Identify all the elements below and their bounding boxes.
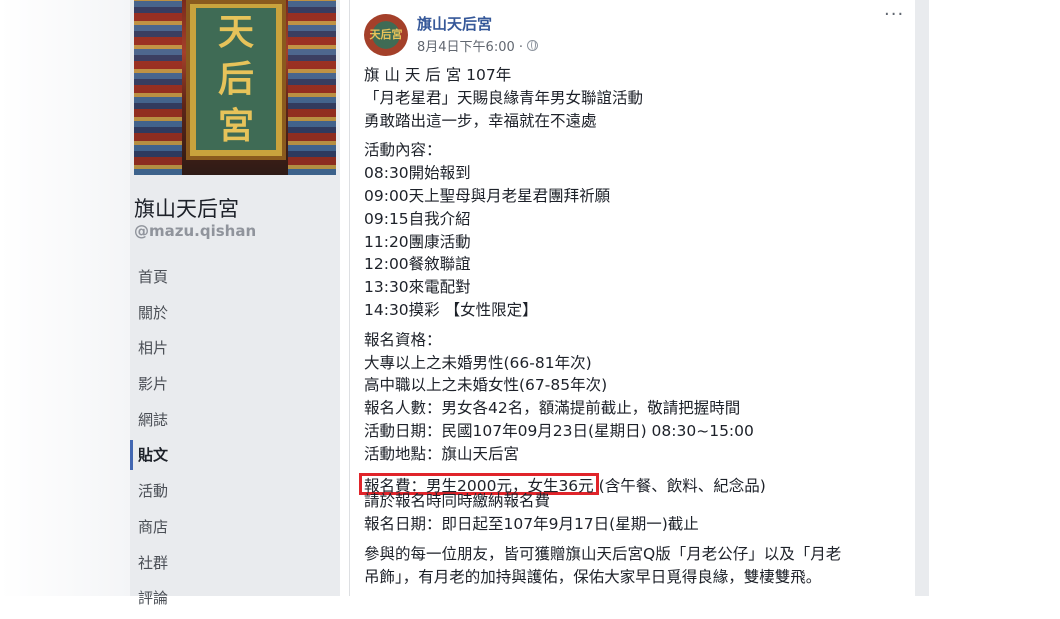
- nav-item-community[interactable]: 社群: [130, 548, 340, 584]
- post-line: 吊飾」，有月老的加持與護佑，保佑大家早日覓得良緣，雙棲雙飛。: [364, 567, 822, 586]
- signboard-char: 宮: [217, 105, 254, 148]
- nav-item-home[interactable]: 首頁: [130, 262, 340, 298]
- nav-item-about[interactable]: 關於: [130, 298, 340, 334]
- post-text: 旗 山 天 后 宮 107年 「月老星君」天賜良緣青年男女聯誼活動 勇敢踏出這一…: [359, 64, 904, 589]
- signboard-char: 后: [217, 57, 254, 100]
- avatar-text: 天后宮: [369, 28, 403, 42]
- post-line: 高中職以上之未婚女性(67-85年次): [364, 376, 608, 395]
- signboard-char: 天: [217, 10, 254, 53]
- post-line: 報名日期：即日起至107年9月17日(星期一)截止: [364, 515, 699, 534]
- cover-photo: 天 后 宮: [134, 0, 336, 175]
- nav-item-videos[interactable]: 影片: [130, 369, 340, 405]
- nav-item-shop[interactable]: 商店: [130, 512, 340, 548]
- post-line: 大專以上之未婚男性(66-81年次): [364, 353, 592, 372]
- post-card: 天后宮 旗山天后宮 8月4日下午6:00 · ··· 旗 山 天 后 宮 107…: [349, 0, 917, 596]
- post-line: 11:20團康活動: [364, 232, 471, 251]
- nav-item-reviews[interactable]: 評論: [130, 583, 340, 619]
- feed-background: [915, 0, 929, 596]
- globe-icon[interactable]: [527, 40, 538, 51]
- post-timestamp[interactable]: 8月4日下午6:00 ·: [417, 36, 523, 55]
- post-line: 活動日期：民國107年09月23日(星期日) 08:30~15:00: [364, 421, 754, 440]
- post-line: 參與的每一位朋友，皆可獲贈旗山天后宮Q版「月老公仔」以及「月老: [364, 544, 842, 563]
- post-line: 14:30摸彩 【女性限定】: [364, 300, 538, 319]
- post-line: 活動地點：旗山天后宮: [364, 444, 520, 463]
- nav-item-posts[interactable]: 貼文: [130, 440, 340, 476]
- post-author[interactable]: 旗山天后宮: [417, 13, 492, 34]
- page-avatar[interactable]: 天后宮: [364, 14, 408, 56]
- post-line: 活動內容：: [364, 141, 442, 160]
- page-title[interactable]: 旗山天后宮: [134, 193, 239, 223]
- post-line: 旗 山 天 后 宮 107年: [364, 66, 512, 84]
- post-line: 「月老星君」天賜良緣青年男女聯誼活動: [364, 88, 644, 107]
- post-line: 報名資格：: [364, 330, 442, 349]
- cover-ornament-right: [288, 0, 336, 175]
- post-line: 12:00餐敘聯誼: [364, 255, 471, 274]
- post-line: 09:00天上聖母與月老星君團拜祈願: [364, 186, 611, 205]
- post-meta: 8月4日下午6:00 ·: [417, 36, 538, 55]
- background-right: [930, 0, 1060, 596]
- post-line: 13:30來電配對: [364, 278, 471, 297]
- post-line: 勇敢踏出這一步，幸福就在不遠處: [364, 111, 597, 130]
- page-sidebar: 天 后 宮 旗山天后宮 @mazu.qishan 首頁 關於 相片 影片 網誌 …: [130, 0, 340, 607]
- nav-item-events[interactable]: 活動: [130, 476, 340, 512]
- nav-item-notes[interactable]: 網誌: [130, 405, 340, 441]
- post-line: 報名人數：男女各42名，額滿提前截止，敬請把握時間: [364, 399, 741, 418]
- background-left: [0, 0, 130, 596]
- post-line: 09:15自我介紹: [364, 209, 471, 228]
- page-handle[interactable]: @mazu.qishan: [134, 222, 256, 240]
- temple-signboard: 天 后 宮: [186, 0, 286, 160]
- cover-ornament-left: [134, 0, 182, 175]
- page-nav: 首頁 關於 相片 影片 網誌 貼文 活動 商店 社群 評論: [130, 262, 340, 619]
- post-line: 08:30開始報到: [364, 164, 471, 183]
- more-options-icon[interactable]: ···: [884, 4, 904, 25]
- fee-includes: (含午餐、飲料、紀念品): [598, 476, 766, 495]
- nav-item-photos[interactable]: 相片: [130, 333, 340, 369]
